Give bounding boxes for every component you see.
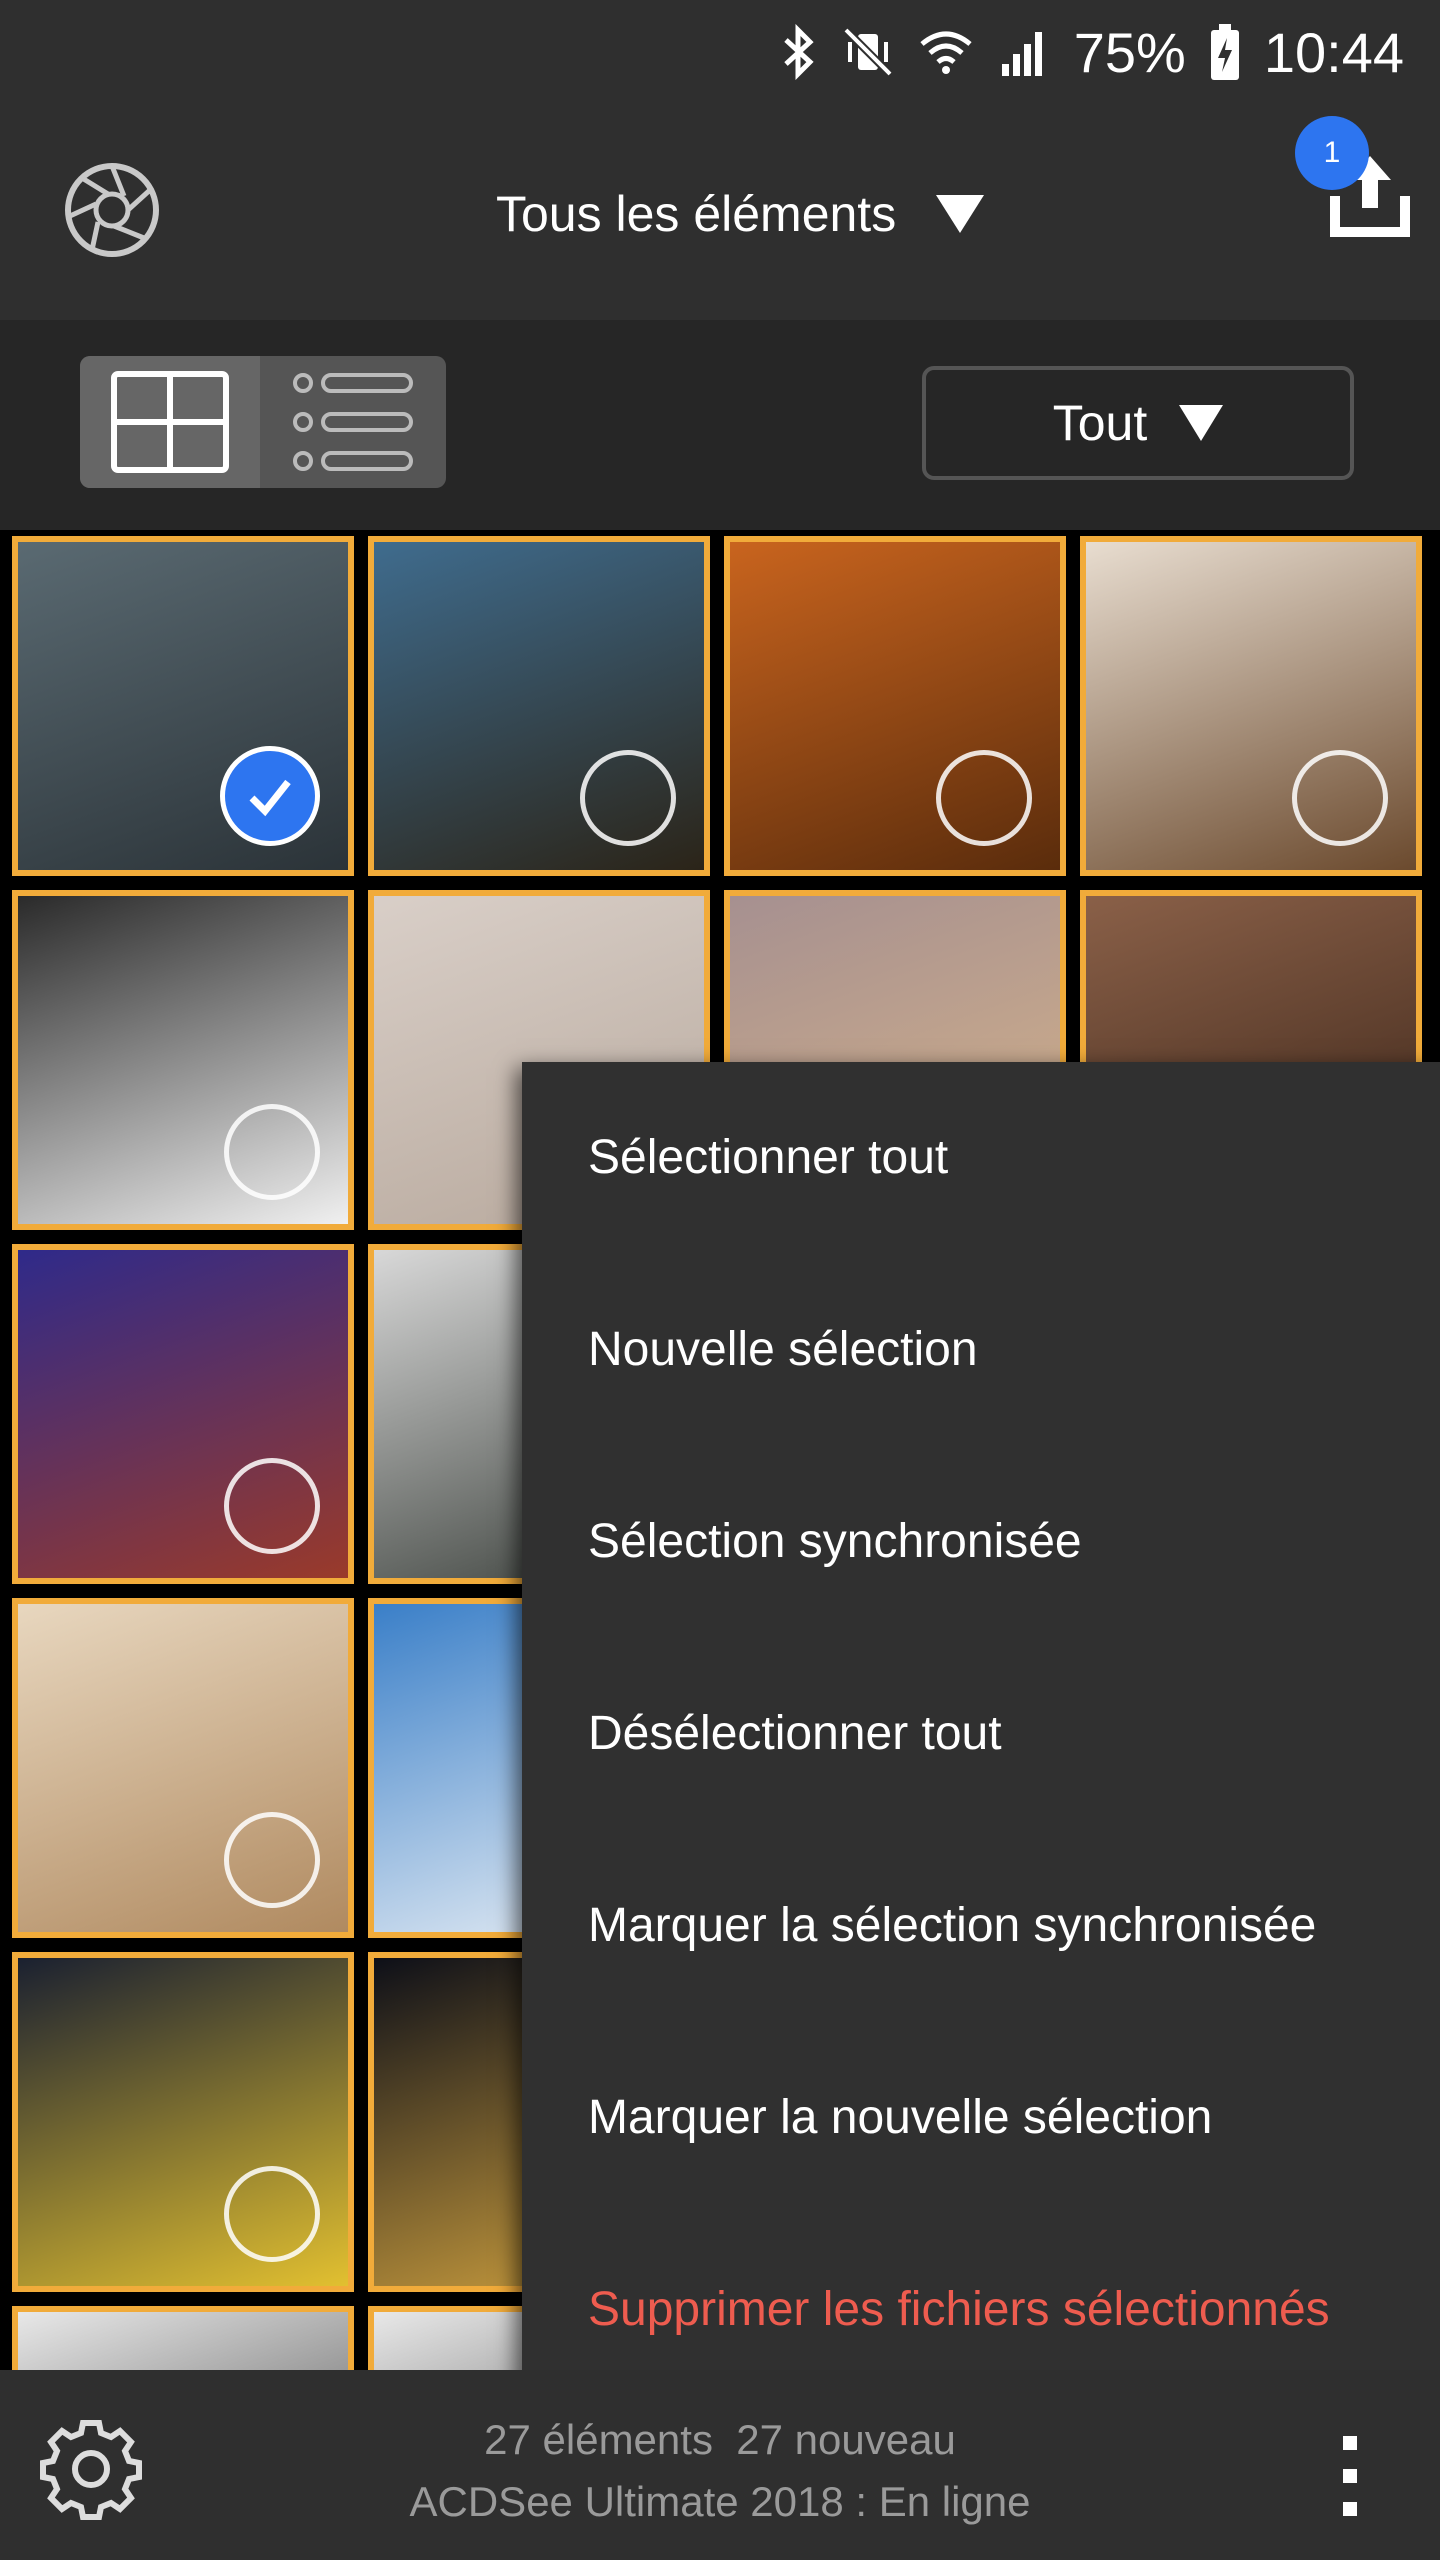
list-view-button[interactable] [260, 356, 446, 488]
grid-view-button[interactable] [80, 356, 260, 488]
select-circle-icon[interactable] [224, 1104, 320, 1200]
photo-thumbnail[interactable] [1080, 536, 1422, 876]
item-counts: 27 éléments 27 nouveau [0, 2416, 1440, 2464]
wifi-icon [920, 31, 972, 74]
menu-select-all[interactable]: Sélectionner tout [588, 1130, 948, 1185]
thumbnail-image [18, 2312, 348, 2370]
menu-mark-new-selection[interactable]: Marquer la nouvelle sélection [588, 2090, 1212, 2145]
selection-menu: Sélectionner tout Nouvelle sélection Sél… [522, 1062, 1440, 2407]
grid-view-icon [111, 371, 229, 473]
bottom-bar: 27 éléments 27 nouveau ACDSee Ultimate 2… [0, 2370, 1440, 2560]
connection-status: ACDSee Ultimate 2018 : En ligne [409, 2478, 1031, 2525]
menu-sync-selection[interactable]: Sélection synchronisée [588, 1514, 1082, 1569]
status-bar: 75% 10:44 [0, 0, 1440, 105]
collection-dropdown[interactable]: Tous les éléments [496, 185, 985, 243]
photo-thumbnail[interactable] [12, 1952, 354, 2292]
overflow-menu-icon[interactable] [1320, 2426, 1380, 2526]
element-count: 27 éléments [484, 2416, 713, 2463]
filter-chevron-icon [1179, 405, 1224, 441]
collection-title: Tous les éléments [496, 186, 897, 242]
photo-thumbnail[interactable] [12, 890, 354, 1230]
select-circle-icon[interactable] [936, 750, 1032, 846]
view-mode-toggle [80, 356, 446, 488]
upload-count-badge: 1 [1295, 116, 1369, 190]
menu-delete-selected[interactable]: Supprimer les fichiers sélectionnés [588, 2282, 1330, 2337]
chevron-down-icon [936, 195, 985, 233]
status-icons: 75% 10:44 [778, 16, 1404, 88]
signal-icon [1001, 32, 1042, 76]
select-circle-icon[interactable] [580, 750, 676, 846]
filter-label: Tout [1052, 395, 1148, 451]
list-view-icon [293, 373, 413, 471]
clock: 10:44 [1263, 20, 1404, 84]
new-count: 27 nouveau [736, 2416, 956, 2463]
filter-dropdown[interactable]: Tout [922, 366, 1354, 480]
select-circle-icon[interactable] [224, 1812, 320, 1908]
photo-thumbnail[interactable] [724, 536, 1066, 876]
selected-check-icon[interactable] [220, 746, 320, 846]
battery-icon [1210, 24, 1239, 80]
select-circle-icon[interactable] [224, 1458, 320, 1554]
photo-thumbnail[interactable] [12, 536, 354, 876]
menu-deselect-all[interactable]: Désélectionner tout [588, 1706, 1002, 1761]
photo-thumbnail[interactable] [12, 1244, 354, 1584]
app-bar: Tous les éléments 1 [0, 105, 1440, 320]
battery-percent: 75% [1073, 20, 1186, 84]
vibrate-icon [842, 27, 893, 77]
photo-thumbnail[interactable] [12, 2306, 354, 2370]
menu-mark-sync-selection[interactable]: Marquer la sélection synchronisée [588, 1898, 1316, 1953]
photo-thumbnail[interactable] [12, 1598, 354, 1938]
select-circle-icon[interactable] [224, 2166, 320, 2262]
aperture-icon[interactable] [62, 160, 162, 260]
menu-new-selection[interactable]: Nouvelle sélection [588, 1322, 978, 1377]
photo-thumbnail[interactable] [368, 536, 710, 876]
bluetooth-icon [784, 24, 814, 80]
select-circle-icon[interactable] [1292, 750, 1388, 846]
